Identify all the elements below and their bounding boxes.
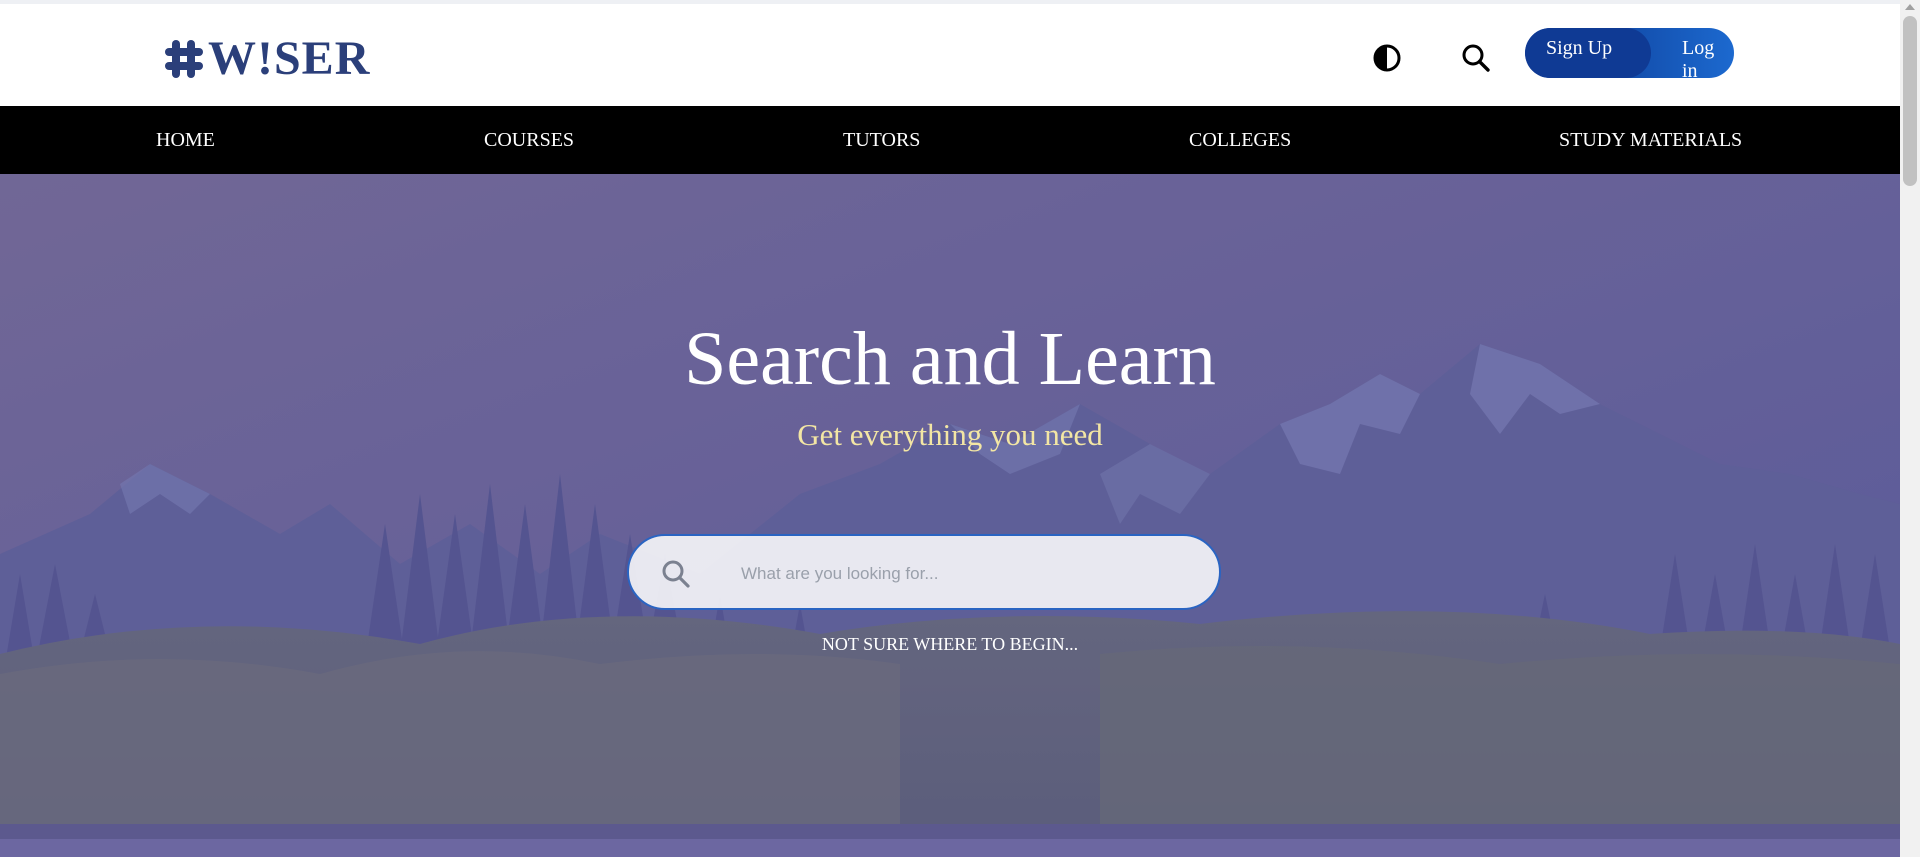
hero-title: Search and Learn — [684, 317, 1216, 401]
signup-label: Sign Up — [1546, 37, 1613, 59]
auth-buttons: Sign Up Log in — [1525, 28, 1734, 78]
hero-search-input[interactable] — [739, 554, 1193, 594]
signup-button[interactable]: Sign Up — [1525, 28, 1651, 78]
main-nav: HOME COURSES TUTORS COLLEGES STUDY MATER… — [0, 106, 1900, 174]
contrast-icon — [1373, 44, 1401, 72]
search-icon — [1462, 44, 1490, 72]
login-button[interactable]: Log in — [1651, 28, 1734, 78]
nav-item-study-materials[interactable]: STUDY MATERIALS — [1559, 106, 1742, 174]
hero-section: Search and Learn Get everything you need… — [0, 174, 1900, 857]
scrollbar-thumb[interactable] — [1903, 16, 1917, 186]
brand-name: W!SER — [208, 32, 371, 85]
brand-logo[interactable]: W!SER — [163, 34, 370, 84]
nav-item-colleges[interactable]: COLLEGES — [1189, 106, 1291, 174]
scroll-up-icon[interactable] — [1905, 4, 1915, 10]
logo-mark-icon — [165, 40, 203, 78]
not-sure-link[interactable]: NOT SURE WHERE TO BEGIN... — [0, 634, 1900, 655]
page-scrollbar[interactable] — [1900, 0, 1920, 857]
nav-item-tutors[interactable]: TUTORS — [843, 106, 920, 174]
header-search-button[interactable] — [1456, 38, 1496, 78]
hero-search-box — [627, 534, 1221, 610]
nav-item-courses[interactable]: COURSES — [484, 106, 574, 174]
site-header: W!SER Sign Up Log in — [0, 4, 1900, 106]
login-label: Log in — [1682, 37, 1715, 78]
nav-item-home[interactable]: HOME — [156, 106, 215, 174]
search-icon — [662, 560, 690, 588]
hero-subtitle: Get everything you need — [797, 417, 1103, 452]
hero-background-illustration — [0, 174, 1900, 857]
contrast-toggle-button[interactable] — [1367, 38, 1407, 78]
